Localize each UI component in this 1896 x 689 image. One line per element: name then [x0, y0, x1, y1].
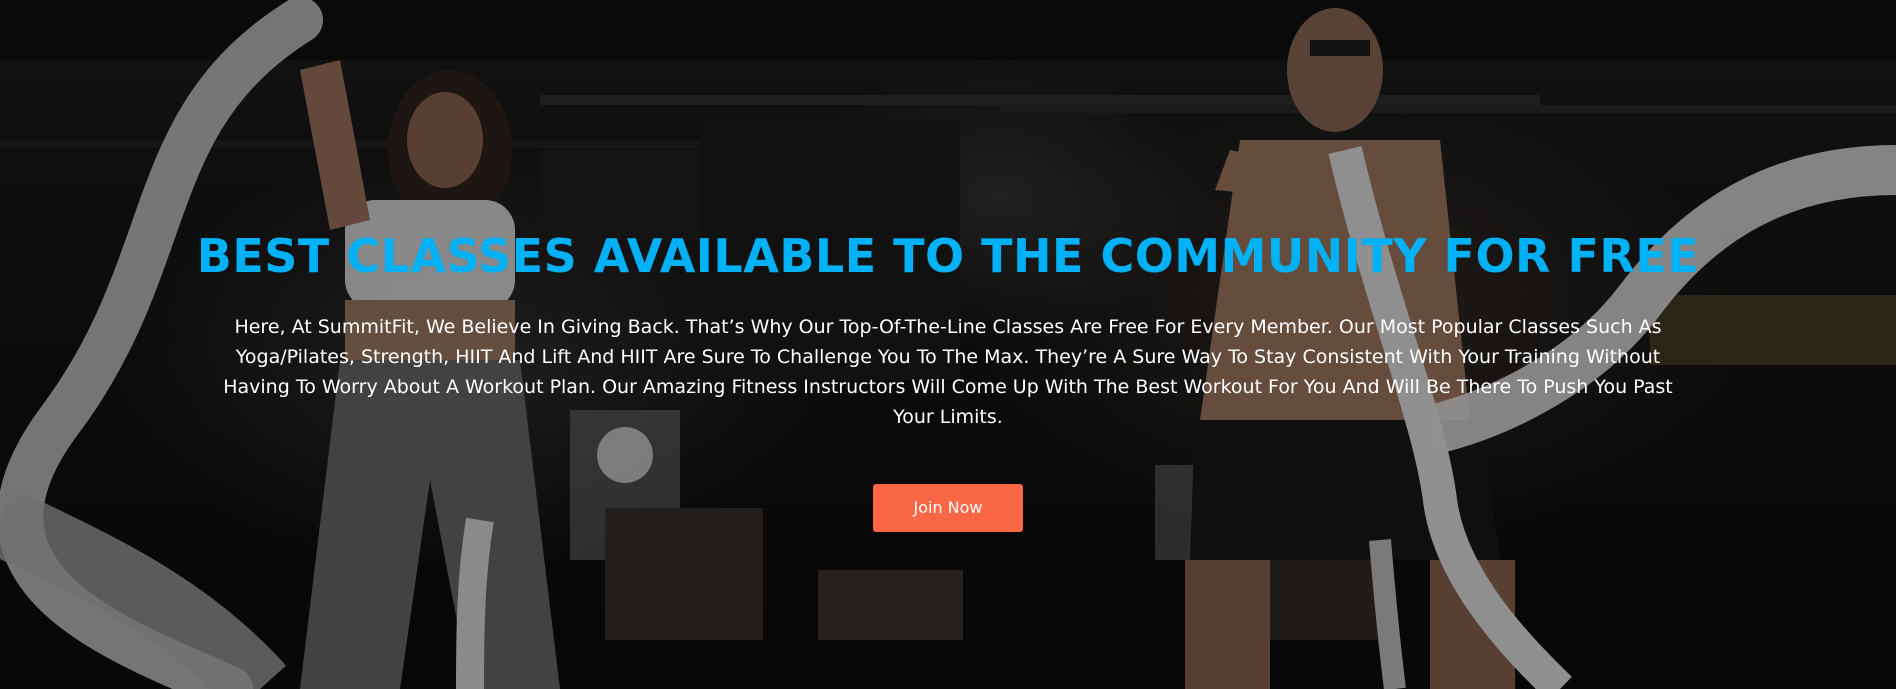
hero-section: BEST CLASSES AVAILABLE TO THE COMMUNITY …	[0, 0, 1896, 689]
hero-description: Here, At SummitFit, We Believe In Giving…	[223, 316, 1673, 428]
hero-content: BEST CLASSES AVAILABLE TO THE COMMUNITY …	[0, 224, 1896, 532]
join-now-button[interactable]: Join Now	[873, 484, 1023, 532]
hero-headline: BEST CLASSES AVAILABLE TO THE COMMUNITY …	[196, 229, 1700, 283]
